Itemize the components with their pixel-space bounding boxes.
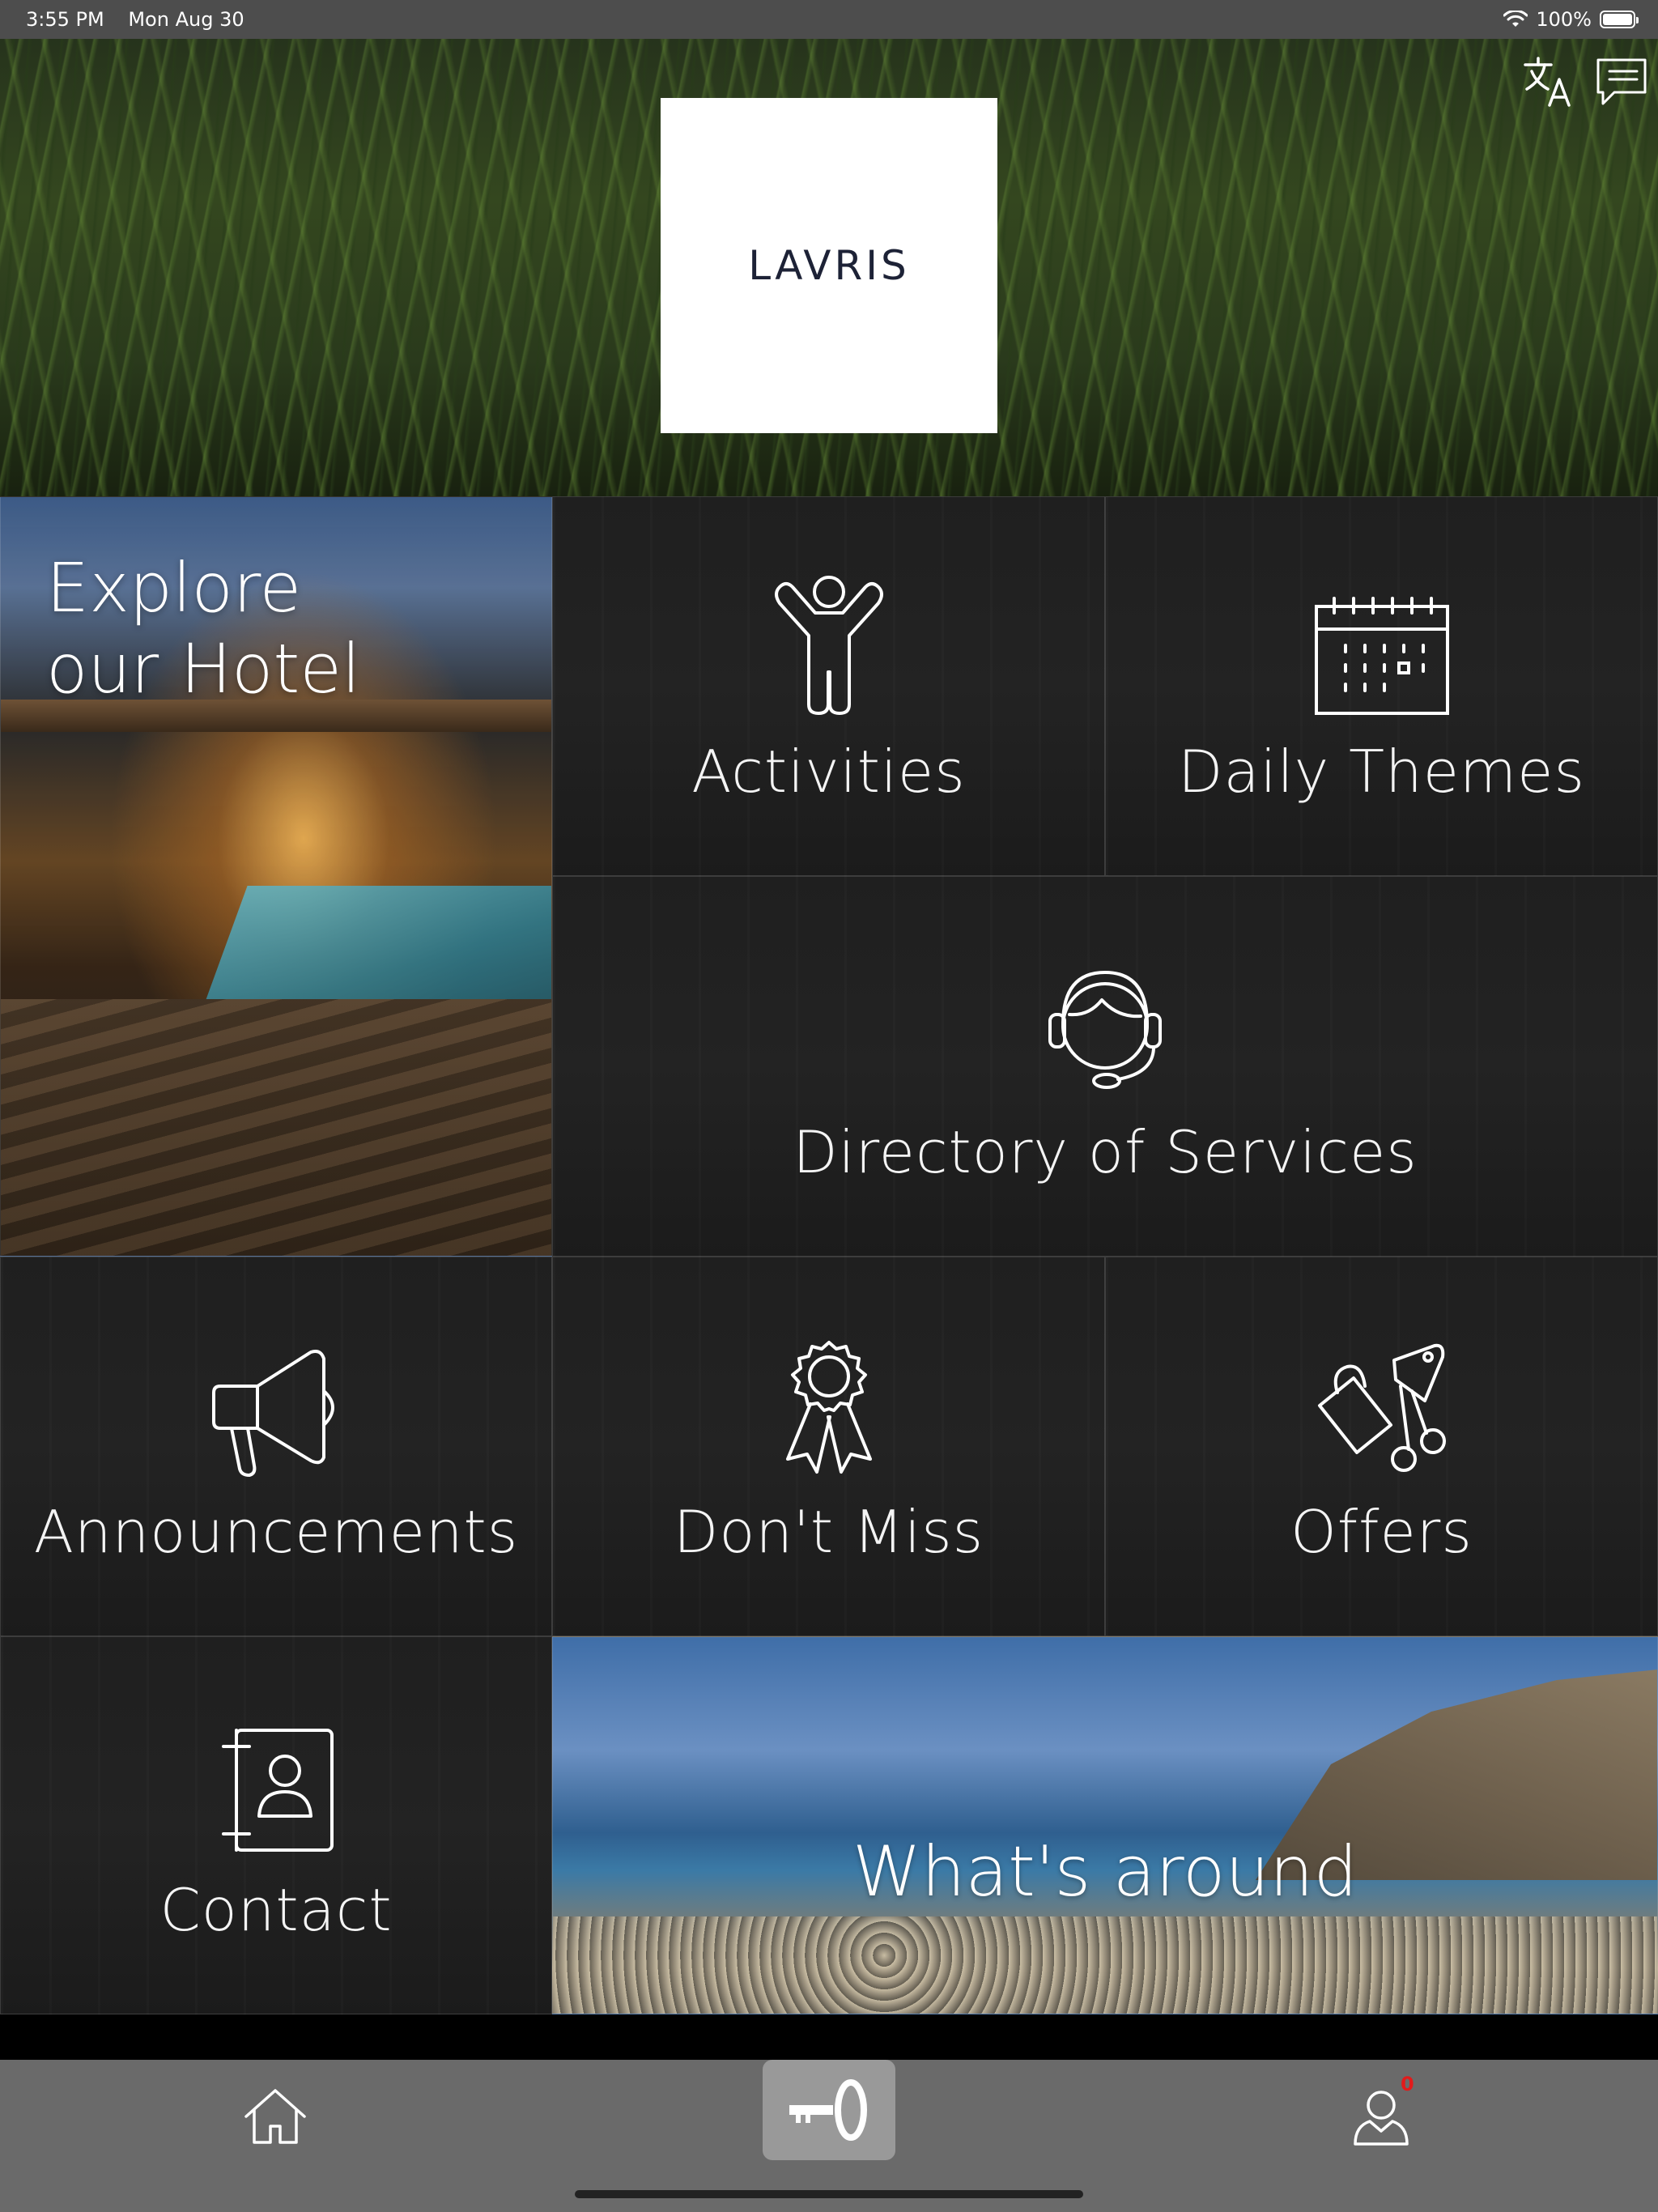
directory-label: Directory of Services: [793, 1118, 1418, 1186]
logo-text: LAVRIS: [748, 242, 910, 289]
room-key-button[interactable]: [763, 2060, 895, 2160]
contact-book-icon: [222, 1729, 334, 1852]
home-indicator: [575, 2190, 1083, 2198]
headset-agent-icon: [1048, 971, 1162, 1089]
status-time: 3:55 PM: [26, 8, 104, 31]
home-icon[interactable]: [243, 2084, 308, 2149]
activities-tile[interactable]: Activities: [552, 496, 1105, 876]
status-right: 100%: [1503, 8, 1639, 31]
tab-bar: 0: [0, 2060, 1658, 2212]
header-banner: LAVRIS: [0, 39, 1658, 496]
contact-tile[interactable]: Contact: [0, 1636, 552, 2014]
calendar-icon: [1314, 597, 1449, 715]
person-arms-up-icon: [774, 576, 883, 715]
notification-badge: 0: [1401, 2073, 1414, 2095]
dont-miss-label: Don't Miss: [673, 1498, 984, 1566]
announcements-tile[interactable]: Announcements: [0, 1257, 552, 1636]
chat-icon[interactable]: [1593, 53, 1650, 110]
key-icon: [789, 2079, 867, 2141]
wifi-icon: [1503, 11, 1528, 27]
award-ribbon-icon: [785, 1341, 872, 1474]
status-left: 3:55 PM Mon Aug 30: [26, 8, 262, 31]
dont-miss-tile[interactable]: Don't Miss: [552, 1257, 1105, 1636]
activities-label: Activities: [691, 738, 966, 806]
battery-percent: 100%: [1536, 8, 1592, 31]
status-bar: 3:55 PM Mon Aug 30 100%: [0, 0, 1658, 39]
contact-label: Contact: [159, 1876, 393, 1944]
battery-icon: [1600, 11, 1639, 28]
hotel-logo: LAVRIS: [661, 98, 997, 433]
translate-icon[interactable]: [1520, 53, 1577, 110]
explore-hotel-tile[interactable]: Explore our Hotel: [0, 496, 552, 1257]
shopping-bag-tag-icon: [1317, 1343, 1446, 1472]
whats-around-label: What's around: [852, 1831, 1358, 1912]
whats-around-tile[interactable]: What's around: [552, 1636, 1658, 2014]
daily-themes-label: Daily Themes: [1178, 738, 1585, 806]
announcements-label: Announcements: [33, 1498, 519, 1566]
offers-label: Offers: [1290, 1498, 1473, 1566]
bottom-spacer: [0, 2014, 1658, 2060]
status-date: Mon Aug 30: [128, 8, 244, 31]
explore-hotel-title: Explore our Hotel: [46, 548, 361, 708]
daily-themes-tile[interactable]: Daily Themes: [1105, 496, 1658, 876]
directory-of-services-tile[interactable]: Directory of Services: [552, 876, 1658, 1257]
megaphone-icon: [212, 1350, 334, 1477]
offers-tile[interactable]: Offers: [1105, 1257, 1658, 1636]
